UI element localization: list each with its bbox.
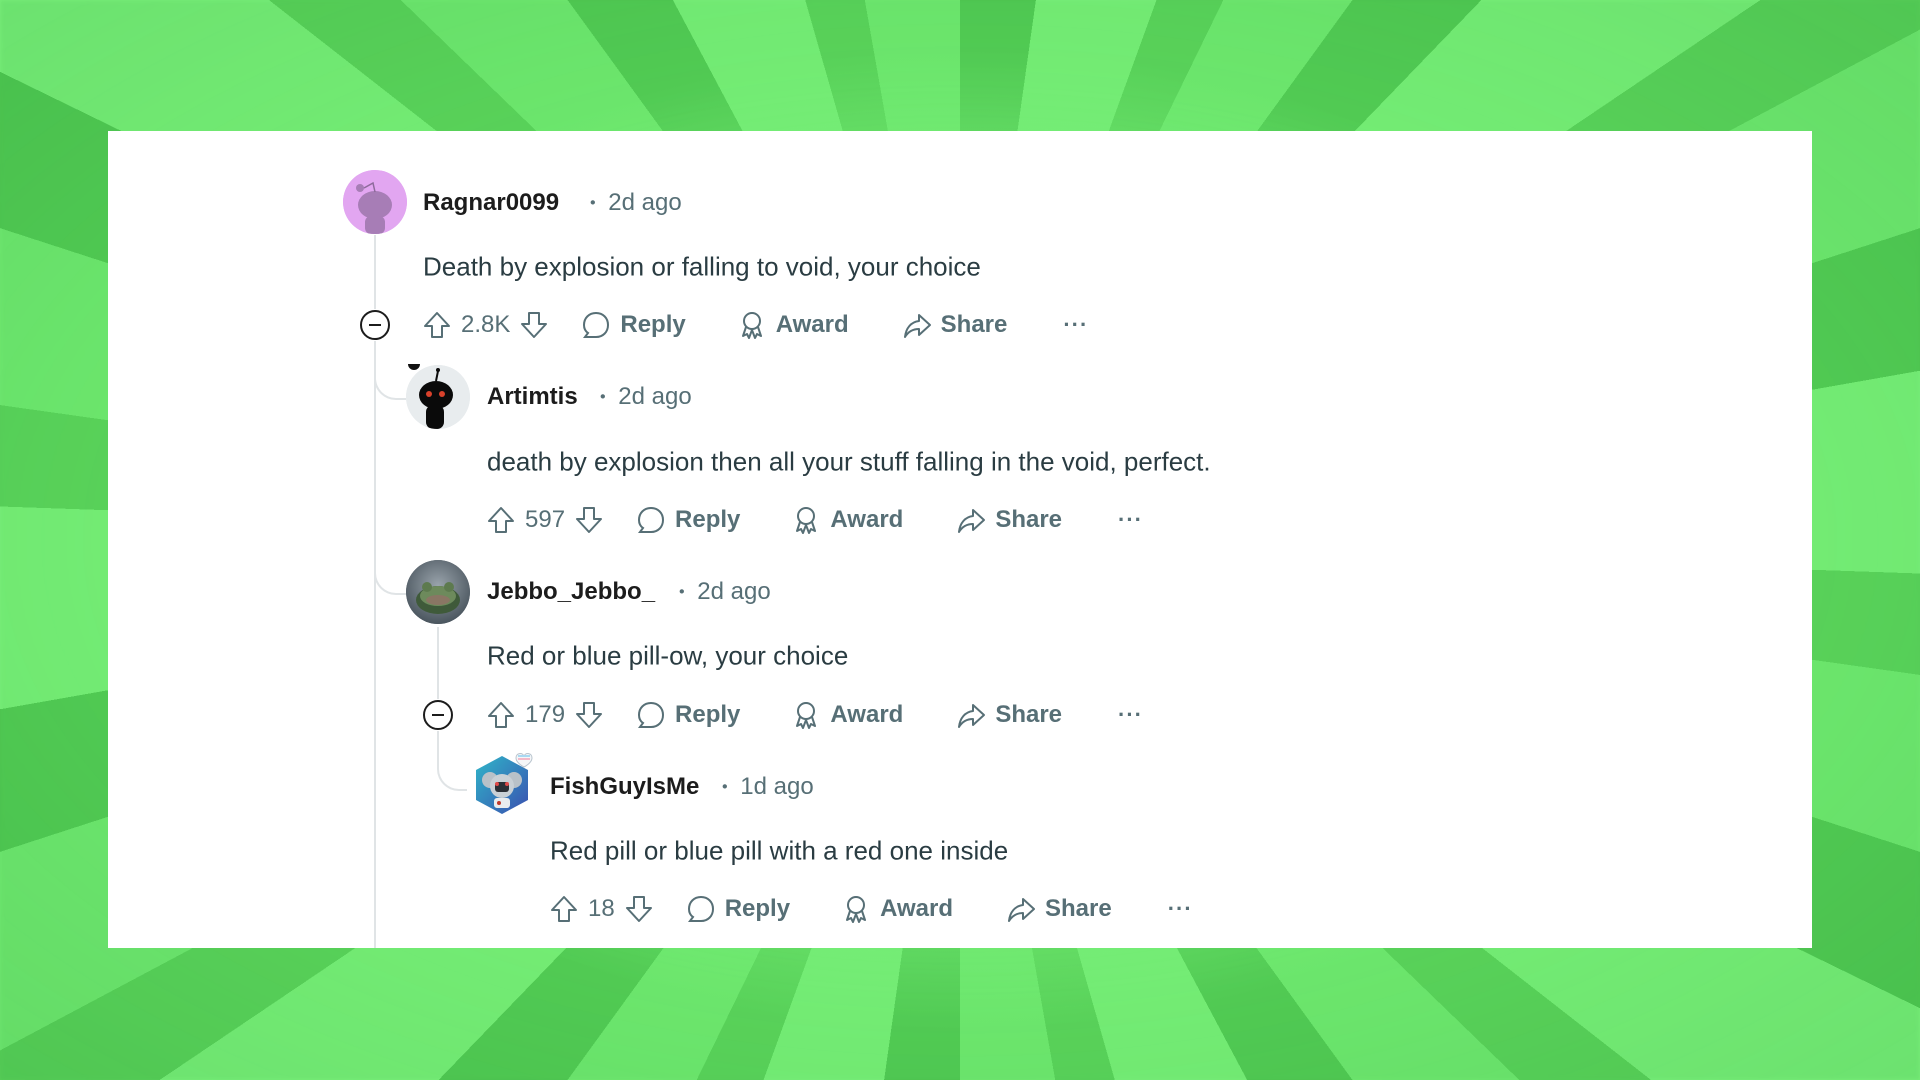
comment-meta: • 2d ago [600, 383, 692, 411]
comment-actions: 597 Reply Award Share ··· [485, 500, 1143, 540]
award-button[interactable]: Award [736, 309, 849, 341]
comment-age: 2d ago [697, 578, 771, 605]
comment-meta: • 2d ago [590, 189, 682, 217]
award-icon [790, 504, 822, 536]
comment-age: 2d ago [608, 189, 682, 216]
share-icon [955, 699, 987, 731]
thread-branch-artimtis [374, 346, 406, 400]
avatar-ragnar0099[interactable] [343, 170, 407, 234]
share-icon [1005, 893, 1037, 925]
share-button[interactable]: Share [955, 699, 1062, 731]
share-button[interactable]: Share [955, 504, 1062, 536]
avatar-accessory-icon [408, 364, 420, 370]
award-label: Award [830, 506, 904, 533]
username[interactable]: Artimtis [487, 383, 578, 411]
avatar-artimtis[interactable] [406, 365, 470, 429]
share-button[interactable]: Share [1005, 893, 1112, 925]
meta-separator: • [600, 388, 606, 406]
award-label: Award [830, 701, 904, 728]
downvote-icon[interactable] [623, 893, 655, 925]
comment-age: 1d ago [740, 773, 814, 800]
vote-count: 179 [525, 701, 566, 728]
comment-meta: • 2d ago [679, 578, 771, 606]
reply-label: Reply [724, 895, 791, 922]
more-options-button[interactable]: ··· [1063, 312, 1088, 338]
vote-count: 597 [525, 506, 566, 533]
award-icon [736, 309, 768, 341]
comment-body: Red pill or blue pill with a red one ins… [550, 835, 1009, 866]
snoo-avatar-icon [406, 365, 470, 429]
reply-label: Reply [675, 506, 741, 533]
meta-separator: • [679, 583, 685, 601]
comment-bubble-icon [580, 309, 612, 341]
award-icon [840, 893, 872, 925]
share-icon [901, 309, 933, 341]
reply-button[interactable]: Reply [635, 504, 740, 536]
comment-bubble-icon [685, 893, 717, 925]
upvote-icon[interactable] [485, 699, 517, 731]
award-icon [790, 699, 822, 731]
comment-body: Red or blue pill-ow, your choice [487, 640, 849, 671]
snoo-nft-hexagon-avatar-icon [476, 753, 533, 814]
avatar-fishguyisme[interactable] [470, 750, 534, 818]
collapse-thread-button[interactable] [359, 309, 391, 341]
comment-bubble-icon [635, 699, 667, 731]
vote-count: 2.8K [461, 311, 511, 338]
upvote-icon[interactable] [421, 309, 453, 341]
comment-age: 2d ago [618, 383, 692, 410]
avatar-jebbo-jebbo[interactable] [406, 560, 470, 624]
comment-actions: 2.8K Reply Award Share ··· [421, 305, 1088, 345]
thread-branch-jebbo [374, 551, 406, 595]
comment-bubble-icon [635, 504, 667, 536]
username[interactable]: FishGuyIsMe [550, 773, 699, 801]
comment-body: Death by explosion or falling to void, y… [423, 251, 981, 282]
comment-actions: 179 Reply Award Share ··· [485, 695, 1143, 735]
share-label: Share [995, 506, 1063, 533]
more-options-button[interactable]: ··· [1118, 507, 1143, 533]
award-button[interactable]: Award [790, 699, 903, 731]
snoo-avatar-icon [343, 170, 407, 234]
award-label: Award [775, 311, 849, 338]
more-options-button[interactable]: ··· [1168, 896, 1193, 922]
meta-separator: • [722, 778, 728, 796]
downvote-icon[interactable] [573, 504, 605, 536]
comment-thread-card: Ragnar0099 • 2d ago Death by explosion o… [108, 131, 1812, 948]
share-button[interactable]: Share [901, 309, 1008, 341]
thread-branch-fishguy [437, 731, 467, 791]
reply-label: Reply [620, 311, 686, 338]
more-options-button[interactable]: ··· [1118, 702, 1143, 728]
upvote-icon[interactable] [485, 504, 517, 536]
comment-body: death by explosion then all your stuff f… [487, 446, 1211, 477]
frog-photo-avatar-icon [406, 560, 470, 624]
username[interactable]: Ragnar0099 [423, 189, 559, 217]
vote-count: 18 [588, 895, 615, 922]
share-icon [955, 504, 987, 536]
upvote-icon[interactable] [548, 893, 580, 925]
thread-line-level-1-lower[interactable] [374, 342, 376, 948]
meta-separator: • [590, 194, 596, 212]
thread-line-level-2[interactable] [437, 627, 439, 707]
reply-button[interactable]: Reply [580, 309, 686, 341]
downvote-icon[interactable] [518, 309, 550, 341]
reply-button[interactable]: Reply [635, 699, 740, 731]
reply-label: Reply [675, 701, 741, 728]
award-label: Award [880, 895, 953, 922]
collapse-thread-button[interactable] [422, 699, 454, 731]
share-label: Share [1044, 895, 1112, 922]
minus-circle-icon [360, 310, 390, 340]
reply-button[interactable]: Reply [685, 893, 790, 925]
award-button[interactable]: Award [840, 893, 953, 925]
minus-circle-icon [423, 700, 453, 730]
username[interactable]: Jebbo_Jebbo_ [487, 578, 655, 606]
comment-actions: 18 Reply Award Share ··· [548, 889, 1193, 929]
downvote-icon[interactable] [573, 699, 605, 731]
comment-meta: • 1d ago [722, 773, 814, 801]
share-label: Share [995, 701, 1063, 728]
award-button[interactable]: Award [790, 504, 903, 536]
share-label: Share [940, 311, 1008, 338]
